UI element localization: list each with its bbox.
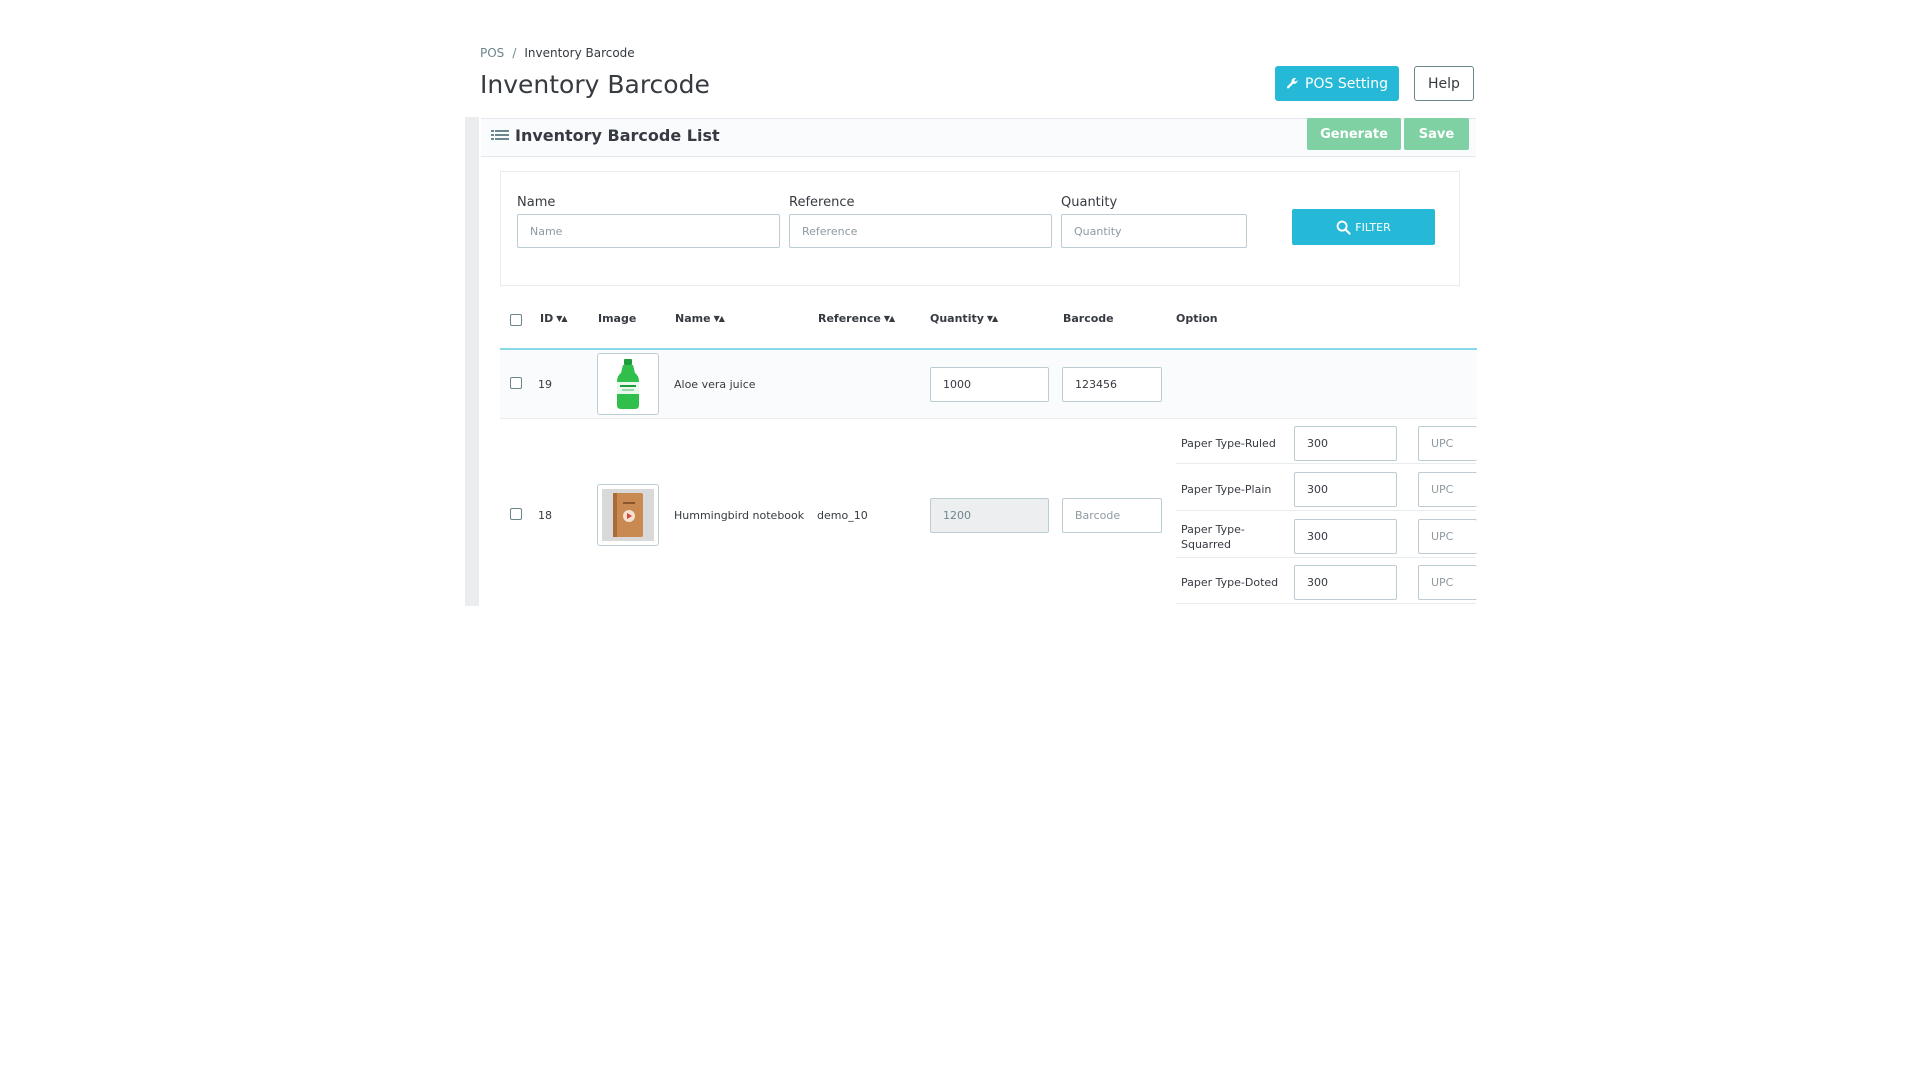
filter-button[interactable]: FILTER bbox=[1292, 209, 1435, 245]
content-left-rail bbox=[465, 117, 479, 606]
search-icon bbox=[1336, 220, 1351, 235]
sort-icon[interactable]: ▼▲ bbox=[714, 314, 725, 323]
option-divider bbox=[1176, 603, 1476, 604]
list-icon bbox=[491, 129, 509, 140]
option-quantity-input[interactable] bbox=[1294, 472, 1397, 507]
row-id: 18 bbox=[538, 509, 552, 522]
sort-icon[interactable]: ▼▲ bbox=[987, 314, 998, 323]
breadcrumb-current: Inventory Barcode bbox=[524, 46, 635, 60]
header-barcode-label: Barcode bbox=[1063, 312, 1114, 325]
row-barcode-input[interactable] bbox=[1062, 367, 1162, 402]
option-quantity-input[interactable] bbox=[1294, 426, 1397, 461]
option-quantity-input[interactable] bbox=[1294, 565, 1397, 600]
header-quantity[interactable]: Quantity ▼▲ bbox=[930, 312, 998, 325]
header-image: Image bbox=[598, 312, 636, 325]
row-name: Hummingbird notebook bbox=[674, 509, 805, 522]
row-checkbox[interactable] bbox=[510, 377, 522, 389]
row-quantity-input[interactable] bbox=[930, 367, 1049, 402]
breadcrumb: POS / Inventory Barcode bbox=[480, 46, 635, 60]
option-label: Paper Type-Squarred bbox=[1181, 523, 1245, 551]
option-divider bbox=[1176, 510, 1476, 511]
header-image-label: Image bbox=[598, 312, 637, 325]
help-button[interactable]: Help bbox=[1414, 66, 1474, 101]
row-barcode-input[interactable] bbox=[1062, 498, 1162, 533]
header-name-label: Name bbox=[675, 312, 711, 325]
option-label: Paper Type-Ruled bbox=[1181, 437, 1276, 450]
header-reference-label: Reference bbox=[818, 312, 881, 325]
panel-title: Inventory Barcode List bbox=[491, 126, 720, 145]
filter-quantity-label: Quantity bbox=[1061, 195, 1118, 210]
header-quantity-label: Quantity bbox=[930, 312, 984, 325]
header-name[interactable]: Name ▼▲ bbox=[675, 312, 725, 325]
filter-button-label: FILTER bbox=[1355, 220, 1391, 234]
option-upc-input[interactable] bbox=[1418, 565, 1477, 600]
option-label: Paper Type-Plain bbox=[1181, 483, 1272, 496]
header-option: Option bbox=[1176, 312, 1218, 325]
filter-quantity-input[interactable] bbox=[1061, 214, 1247, 248]
option-quantity-input[interactable] bbox=[1294, 519, 1397, 554]
panel-title-text: Inventory Barcode List bbox=[515, 126, 720, 145]
sort-icon[interactable]: ▼▲ bbox=[884, 314, 895, 323]
juice-bottle-image bbox=[617, 359, 639, 409]
page-title: Inventory Barcode bbox=[480, 70, 710, 99]
filter-reference-input[interactable] bbox=[789, 214, 1052, 248]
pos-setting-label: POS Setting bbox=[1305, 75, 1388, 92]
product-thumbnail bbox=[597, 353, 659, 415]
row-name: Aloe vera juice bbox=[674, 378, 756, 391]
option-upc-input[interactable] bbox=[1418, 472, 1477, 507]
filter-name-label: Name bbox=[517, 195, 556, 210]
option-label: Paper Type-Doted bbox=[1181, 576, 1279, 589]
sort-icon[interactable]: ▼▲ bbox=[556, 314, 567, 323]
select-all-checkbox[interactable] bbox=[510, 314, 522, 326]
option-divider bbox=[1176, 463, 1476, 464]
row-quantity-input bbox=[930, 498, 1049, 533]
pos-setting-button[interactable]: POS Setting bbox=[1275, 66, 1399, 101]
row-id: 19 bbox=[538, 378, 552, 391]
option-upc-input[interactable] bbox=[1418, 426, 1477, 461]
wrench-icon bbox=[1286, 77, 1298, 89]
generate-button[interactable]: Generate bbox=[1307, 118, 1401, 150]
breadcrumb-root-link[interactable]: POS bbox=[480, 46, 504, 60]
header-reference[interactable]: Reference ▼▲ bbox=[818, 312, 895, 325]
header-id-label: ID bbox=[540, 312, 554, 325]
row-checkbox[interactable] bbox=[510, 508, 522, 520]
header-id[interactable]: ID ▼▲ bbox=[540, 312, 568, 325]
breadcrumb-separator: / bbox=[512, 46, 517, 60]
header-option-label: Option bbox=[1176, 312, 1218, 325]
option-divider bbox=[1176, 557, 1476, 558]
product-thumbnail bbox=[597, 484, 659, 546]
filter-name-input[interactable] bbox=[517, 214, 780, 248]
option-upc-input[interactable] bbox=[1418, 519, 1477, 554]
header-barcode: Barcode bbox=[1063, 312, 1114, 325]
filter-reference-label: Reference bbox=[789, 195, 855, 210]
row-reference: demo_10 bbox=[817, 509, 868, 522]
save-button[interactable]: Save bbox=[1404, 118, 1469, 150]
notebook-image bbox=[602, 489, 654, 541]
